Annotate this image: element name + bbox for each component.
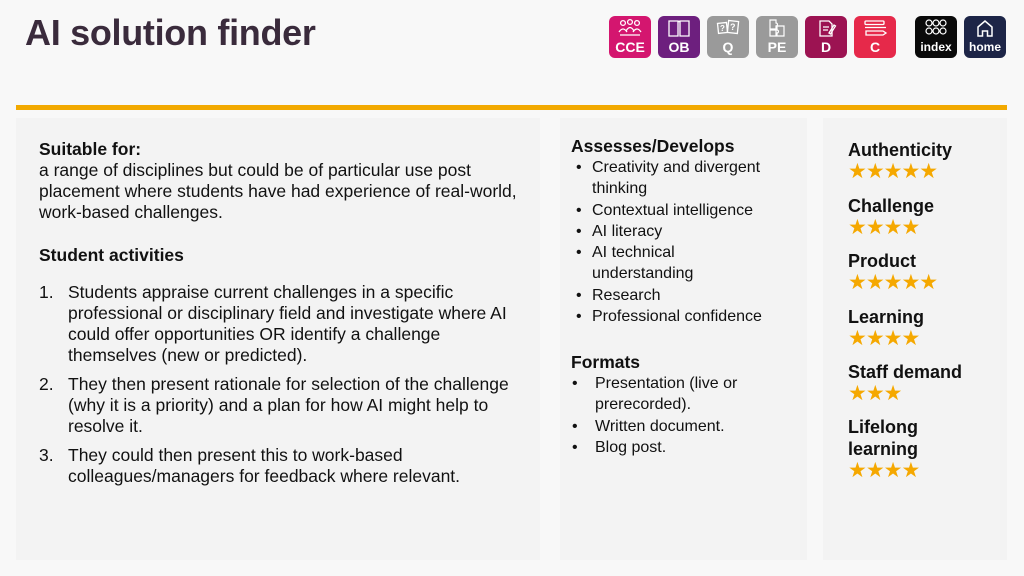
people-group-icon: [618, 18, 642, 36]
grid-circles-icon: [925, 19, 947, 35]
pens-icon: [864, 20, 888, 36]
list-item: • Contextual intelligence: [571, 200, 803, 221]
list-item: • AI technical understanding: [571, 242, 803, 285]
rating-label: Authenticity: [848, 140, 953, 160]
list-item-text: AI technical understanding: [592, 244, 694, 283]
activity-text: Students appraise current challenges in …: [68, 282, 507, 365]
svg-text:?: ?: [720, 24, 725, 33]
suitable-for-section: Suitable for: a range of disciplines but…: [39, 139, 529, 223]
formats-heading: Formats: [571, 352, 641, 372]
rating-staff-demand: Staff demand ★★★: [848, 361, 998, 405]
skills-panel: Assesses/Develops • Creativity and diverg…: [560, 118, 807, 560]
rating-lifelong-learning: Lifelong learning ★★★★: [848, 416, 958, 482]
page-title: AI solution finder: [25, 12, 316, 53]
list-item: • AI literacy: [571, 221, 803, 242]
star-rating: ★★★★: [848, 459, 920, 482]
rating-product: Product ★★★★★: [848, 250, 998, 294]
list-item-text: Written document.: [595, 417, 725, 435]
nav-button-d[interactable]: D: [805, 16, 847, 58]
activity-item: 1. Students appraise current challenges i…: [39, 282, 529, 366]
list-item-text: Professional confidence: [592, 308, 762, 326]
rating-label: Challenge: [848, 196, 935, 216]
nav-label: PE: [767, 39, 787, 55]
rating-authenticity: Authenticity ★★★★★: [848, 139, 998, 183]
open-book-icon: [668, 20, 690, 37]
nav-label: CCE: [615, 39, 645, 55]
list-item-text: Creativity and divergent thinking: [592, 159, 761, 198]
star-rating: ★★★★★: [848, 271, 938, 294]
suitable-for-text: a range of disciplines but could be of p…: [39, 160, 517, 222]
activity-text: They then present rationale for selectio…: [68, 374, 509, 436]
list-item: • Written document.: [571, 416, 803, 437]
nav-label: Q: [722, 39, 734, 55]
rating-label: Staff demand: [848, 362, 963, 382]
rating-learning: Learning ★★★★: [848, 306, 998, 350]
star-rating: ★★★★: [848, 216, 920, 239]
list-item-text: Presentation (live or prerecorded).: [595, 375, 738, 414]
rating-challenge: Challenge ★★★★: [848, 195, 998, 239]
formats-section: Formats • Presentation (live or prerecord…: [571, 352, 803, 458]
house-icon: [977, 20, 993, 37]
nav-label: C: [869, 39, 881, 55]
puzzle-icon: [769, 19, 785, 37]
nav-button-ob[interactable]: OB: [658, 16, 700, 58]
assesses-list: • Creativity and divergent thinking • Cont…: [571, 157, 803, 327]
rating-label: Lifelong learning: [848, 417, 919, 459]
nav-button-index[interactable]: index: [915, 16, 957, 58]
list-item-text: Contextual intelligence: [592, 201, 753, 219]
nav-button-cce[interactable]: CCE: [609, 16, 651, 58]
student-activities-heading: Student activities: [39, 245, 184, 265]
star-rating: ★★★: [848, 382, 902, 405]
list-item-text: Research: [592, 286, 661, 304]
activity-number: 2.: [39, 374, 54, 394]
list-item: • Professional confidence: [571, 306, 803, 327]
nav-label: home: [968, 40, 1001, 54]
student-activities-list: 1. Students appraise current challenges i…: [39, 282, 529, 495]
formats-list: • Presentation (live or prerecorded). • Wr…: [571, 373, 803, 458]
description-panel: Suitable for: a range of disciplines but…: [16, 118, 540, 560]
list-item: • Presentation (live or prerecorded).: [571, 373, 803, 416]
rating-label: Product: [848, 251, 917, 271]
list-item-text: AI literacy: [592, 222, 663, 240]
nav-label: OB: [668, 39, 690, 55]
star-rating: ★★★★: [848, 327, 920, 350]
rating-label: Learning: [848, 307, 925, 327]
activity-item: 3. They could then present this to work-b…: [39, 445, 529, 487]
list-item-text: Blog post.: [595, 438, 667, 456]
ratings-panel: Authenticity ★★★★★ Challenge ★★★★ Produc…: [823, 118, 1007, 560]
suitable-for-heading: Suitable for:: [39, 139, 142, 159]
nav-button-home[interactable]: home: [964, 16, 1006, 58]
nav-button-q[interactable]: ? ? Q: [707, 16, 749, 58]
list-item: • Creativity and divergent thinking: [571, 157, 803, 200]
svg-text:?: ?: [730, 22, 736, 32]
activity-number: 3.: [39, 445, 54, 465]
nav-button-c[interactable]: C: [854, 16, 896, 58]
list-item: • Research: [571, 285, 803, 306]
activity-text: They could then present this to work-bas…: [68, 445, 461, 486]
nav-label: index: [920, 40, 952, 54]
assesses-section: Assesses/Develops • Creativity and diverg…: [571, 136, 803, 327]
question-cards-icon: ? ?: [716, 19, 740, 35]
star-rating: ★★★★★: [848, 160, 938, 183]
nav-label: D: [820, 39, 832, 55]
list-item: • Blog post.: [571, 437, 803, 458]
activity-number: 1.: [39, 282, 54, 302]
assesses-heading: Assesses/Develops: [571, 136, 735, 156]
document-pen-icon: [819, 20, 837, 37]
activity-item: 2. They then present rationale for select…: [39, 374, 529, 437]
accent-divider: [16, 105, 1007, 110]
nav-button-pe[interactable]: PE: [756, 16, 798, 58]
